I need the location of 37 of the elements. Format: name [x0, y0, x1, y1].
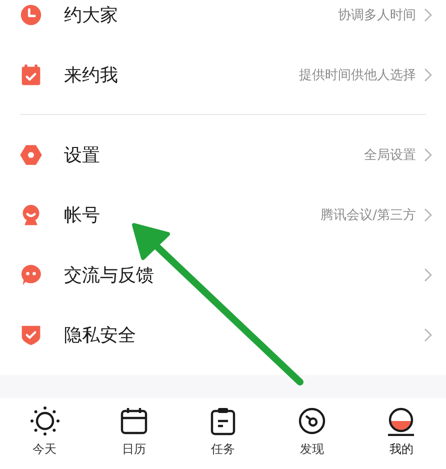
menu-label: 交流与反馈 — [64, 264, 154, 287]
menu-hint: 协调多人时间 — [338, 7, 416, 24]
menu-item[interactable]: 来约我 提供时间供他人选择 — [0, 45, 446, 105]
menu-item[interactable]: 交流与反馈 — [0, 245, 446, 305]
tab-item[interactable]: 任务 — [178, 398, 268, 469]
menu-hint: 提供时间供他人选择 — [299, 67, 416, 84]
menu-label: 隐私安全 — [64, 324, 136, 347]
menu-label: 帐号 — [64, 204, 100, 227]
chevron-icon — [424, 268, 432, 282]
calendar-check-icon — [20, 64, 42, 86]
tab-item[interactable]: 日历 — [89, 398, 178, 469]
chevron-icon — [424, 328, 432, 342]
menu-label: 设置 — [64, 144, 100, 167]
menu-item[interactable]: 约大家 协调多人时间 — [0, 0, 446, 45]
shield-icon — [20, 324, 42, 346]
menu-hint: 腾讯会议/第三方 — [320, 207, 416, 224]
disc-icon — [297, 406, 328, 436]
hexagon-icon — [20, 144, 42, 166]
chat-icon — [20, 264, 42, 286]
tab-item[interactable]: 我的 — [356, 398, 446, 469]
chevron-icon — [424, 148, 432, 162]
chevron-icon — [424, 208, 432, 222]
menu-label: 来约我 — [64, 64, 118, 87]
menu-item[interactable]: 帐号 腾讯会议/第三方 — [0, 185, 446, 245]
tab-item[interactable]: 发现 — [268, 398, 357, 469]
menu-item[interactable]: 设置 全局设置 — [0, 125, 446, 185]
calendar-icon — [118, 406, 149, 436]
menu-item[interactable]: 隐私安全 — [0, 305, 446, 365]
person-icon — [20, 204, 42, 226]
chevron-icon — [424, 8, 432, 22]
menu-hint: 全局设置 — [364, 147, 416, 164]
sun-icon — [30, 406, 60, 436]
clock-icon — [20, 4, 42, 26]
menu-label: 约大家 — [64, 4, 118, 27]
chevron-icon — [424, 68, 432, 82]
person-circle-icon — [386, 406, 416, 436]
tab-item[interactable]: 今天 — [0, 398, 90, 469]
